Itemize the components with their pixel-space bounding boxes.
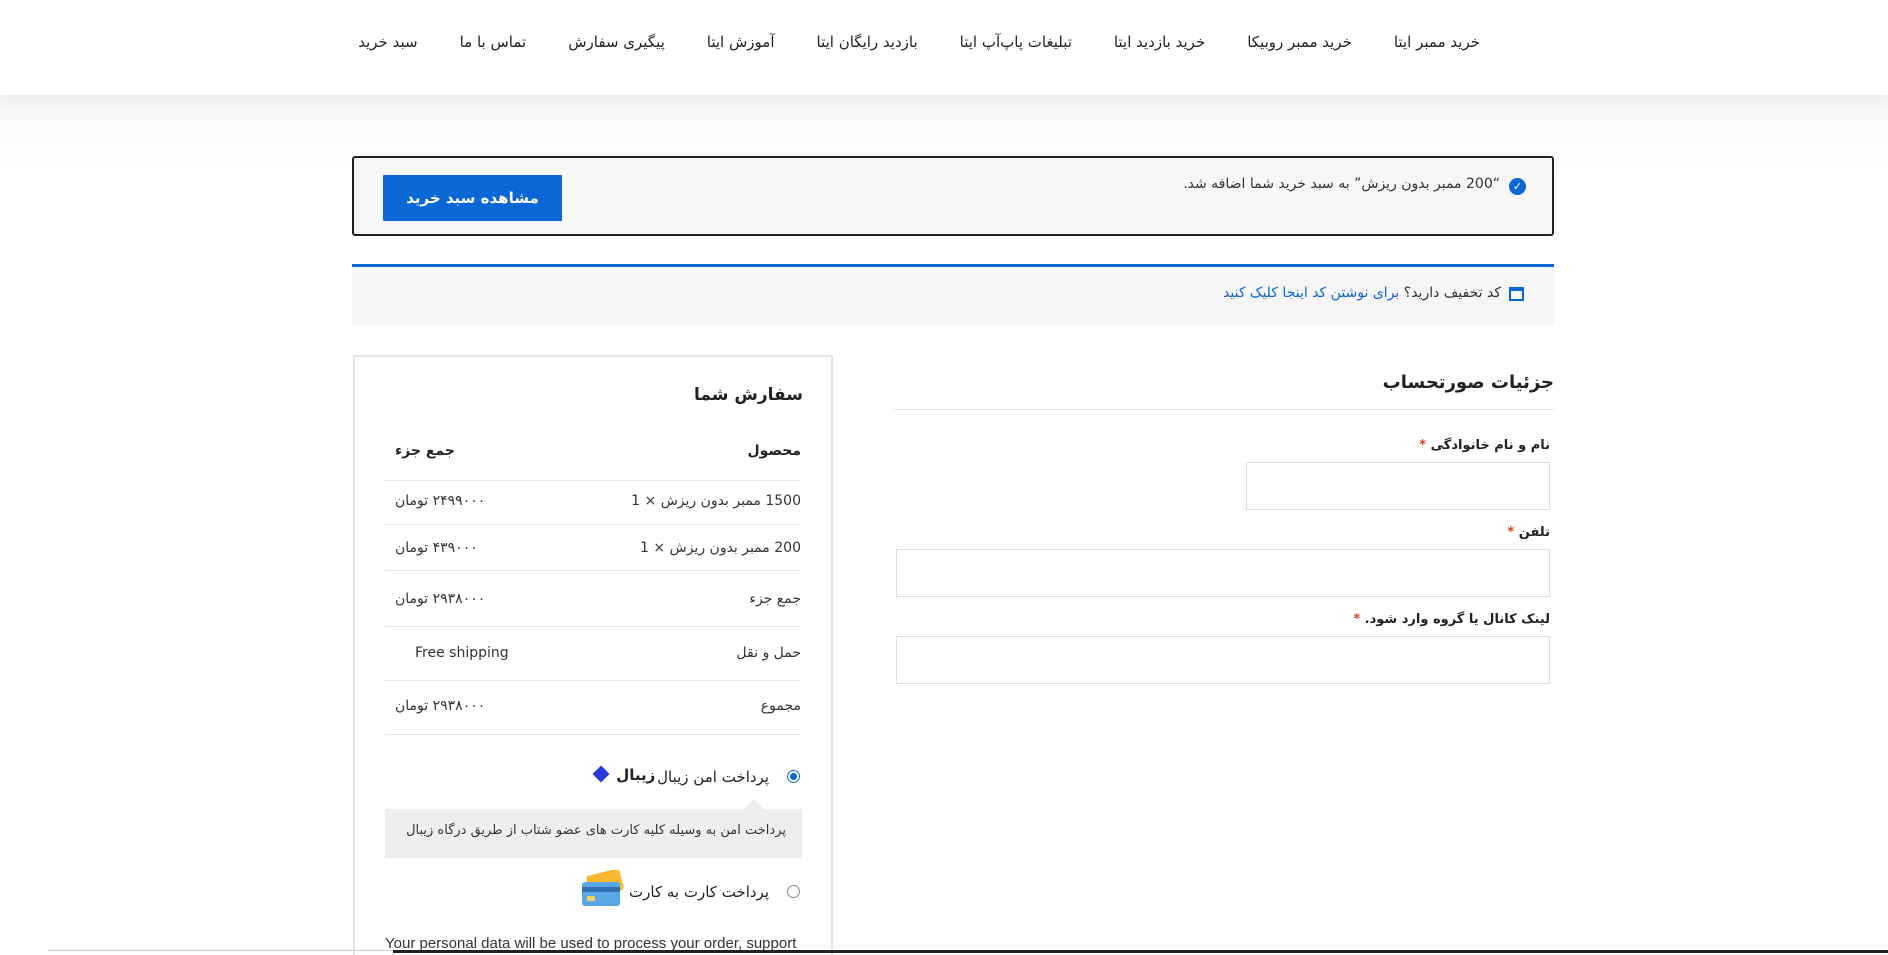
- divider: [385, 570, 801, 571]
- zibal-logo: زیبال: [592, 765, 655, 784]
- nav-item-buy-rubika-members[interactable]: خرید ممبر روبیکا: [1247, 33, 1352, 51]
- top-navigation: خرید ممبر ایتا خرید ممبر روبیکا خرید باز…: [0, 0, 1888, 95]
- divider: [385, 680, 801, 681]
- phone-input[interactable]: [896, 549, 1550, 597]
- nav-item-free-views[interactable]: بازدید رایگان ایتا: [817, 33, 918, 51]
- nav-item-contact[interactable]: تماس با ما: [460, 33, 527, 51]
- billing-details: جزئیات صورتحساب نام و نام خانوادگی * تلف…: [893, 372, 1554, 684]
- divider: [385, 480, 801, 481]
- channel-link-field-label: لینک کانال یا گروه وارد شود. *: [1353, 612, 1550, 627]
- coupon-text: کد تخفیف دارید؟ برای نوشتن کد اینجا کلیک…: [1223, 285, 1501, 301]
- nav-item-eitaa-tutorial[interactable]: آموزش ایتا: [707, 33, 775, 51]
- calendar-icon: [1509, 287, 1524, 301]
- nav-item-buy-eitaa-views[interactable]: خرید بازدید ایتا: [1114, 33, 1205, 51]
- zibal-payment-description: پرداخت امن به وسیله کلیه کارت های عضو شت…: [385, 799, 802, 858]
- card-to-card-label[interactable]: پرداخت کارت به کارت: [629, 883, 769, 901]
- cart-notice-message: “200 ممبر بدون ریزش” به سبد خرید شما اضا…: [1183, 176, 1500, 192]
- nav-item-cart[interactable]: سبد خرید: [358, 33, 417, 51]
- cart-notice: ✓ “200 ممبر بدون ریزش” به سبد خرید شما ا…: [352, 156, 1554, 236]
- divider: [385, 524, 801, 525]
- name-field-label: نام و نام خانوادگی *: [1419, 438, 1550, 453]
- divider: [385, 734, 801, 735]
- zibal-payment-label[interactable]: پرداخت امن زیبال: [657, 768, 769, 786]
- nav-item-order-tracking[interactable]: پیگیری سفارش: [568, 33, 665, 51]
- zibal-logo-icon: [592, 765, 610, 783]
- nav-menu: خرید ممبر ایتا خرید ممبر روبیکا خرید باز…: [358, 33, 1480, 51]
- divider: [385, 626, 801, 627]
- credit-card-icon: [580, 868, 626, 910]
- order-review: سفارش شما محصول جمع جزء 1500 ممبر بدون ر…: [353, 355, 833, 955]
- nav-item-buy-eitaa-members[interactable]: خرید ممبر ایتا: [1394, 33, 1480, 51]
- order-title: سفارش شما: [694, 385, 803, 405]
- coupon-link[interactable]: برای نوشتن کد اینجا کلیک کنید: [1223, 285, 1399, 301]
- channel-link-input[interactable]: [896, 636, 1550, 684]
- name-input[interactable]: [1246, 462, 1550, 510]
- view-cart-button[interactable]: مشاهده سبد خرید: [383, 175, 562, 221]
- check-circle-icon: ✓: [1509, 178, 1526, 195]
- nav-item-popup-ads[interactable]: تبلیغات پاپ‌آپ ایتا: [960, 33, 1072, 51]
- coupon-prompt: کد تخفیف دارید؟: [1403, 285, 1501, 301]
- coupon-bar: کد تخفیف دارید؟ برای نوشتن کد اینجا کلیک…: [352, 264, 1554, 325]
- billing-title: جزئیات صورتحساب: [893, 372, 1554, 410]
- card-to-card-radio[interactable]: [787, 885, 800, 898]
- zibal-payment-radio[interactable]: [787, 770, 800, 783]
- phone-field-label: تلفن *: [1507, 525, 1550, 540]
- bottom-bar: [393, 950, 1888, 953]
